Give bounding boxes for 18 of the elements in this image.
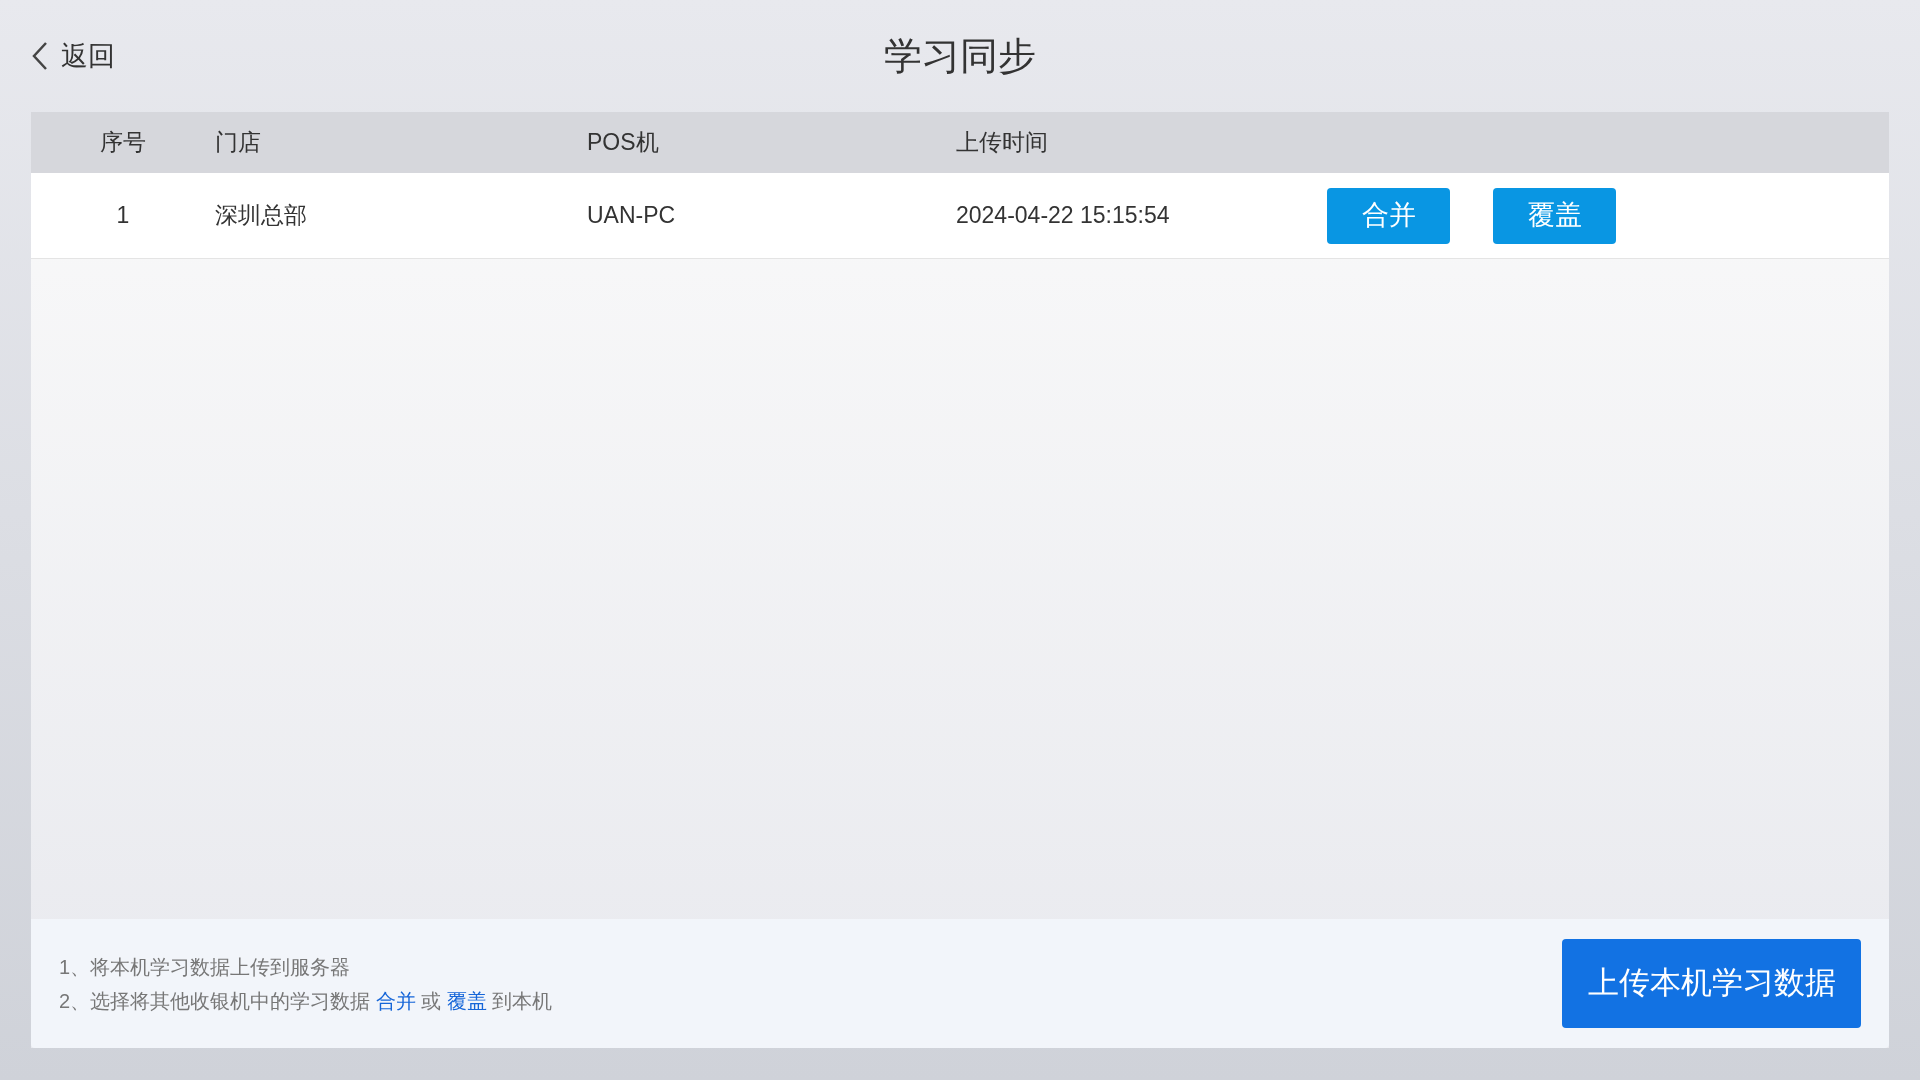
- upload-button[interactable]: 上传本机学习数据: [1562, 939, 1861, 1028]
- column-header: 门店: [215, 128, 262, 158]
- link[interactable]: 覆盖: [446, 989, 487, 1012]
- table-cell-text: 2024-04-22 15:15:54: [956, 201, 1171, 231]
- column-header: POS机: [587, 128, 660, 158]
- table-cell-text: 1: [116, 201, 130, 231]
- note-text: 2、选择将其他收银机中的学习数据 合并 或 覆盖 到本机: [59, 988, 553, 1014]
- page-title: 学习同步: [884, 33, 1036, 79]
- action-button[interactable]: 覆盖: [1493, 187, 1616, 244]
- table-cell-text: 深圳总部: [215, 201, 308, 231]
- action-button[interactable]: 合并: [1327, 187, 1450, 244]
- table-cell-text: UAN-PC: [587, 201, 677, 231]
- note-text: 1、将本机学习数据上传到服务器: [59, 954, 352, 980]
- link[interactable]: 合并: [375, 989, 416, 1012]
- column-header: 序号: [100, 128, 146, 158]
- back-button[interactable]: 返回: [31, 35, 115, 77]
- chevron-left-icon: [31, 40, 49, 72]
- column-header: 上传时间: [956, 128, 1049, 158]
